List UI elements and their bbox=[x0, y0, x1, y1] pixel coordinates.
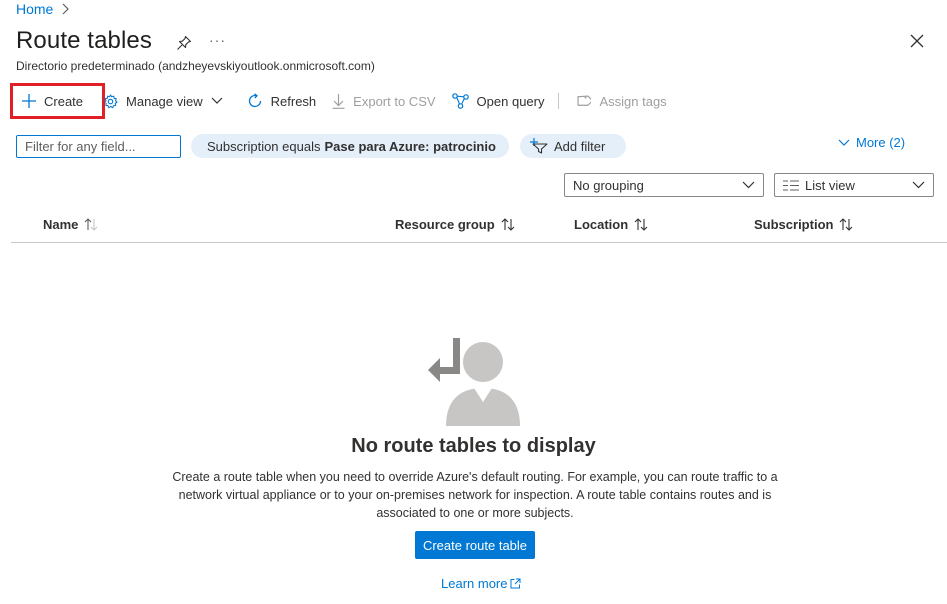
grouping-dropdown[interactable]: No grouping bbox=[564, 173, 764, 197]
column-header-label: Resource group bbox=[395, 217, 495, 232]
create-highlight-box bbox=[10, 83, 105, 119]
learn-more-label: Learn more bbox=[441, 576, 508, 591]
refresh-label: Refresh bbox=[270, 93, 317, 109]
add-filter-button[interactable]: Add filter bbox=[520, 134, 626, 158]
chevron-down-icon bbox=[211, 97, 231, 105]
subscription-filter-value: Pase para Azure: patrocinio bbox=[324, 138, 496, 154]
refresh-icon bbox=[247, 93, 271, 109]
chevron-down-icon bbox=[838, 139, 856, 147]
assign-tags-button[interactable]: Assign tags bbox=[575, 89, 667, 113]
query-icon bbox=[451, 93, 477, 109]
page-title: Route tables bbox=[16, 27, 152, 54]
open-query-label: Open query bbox=[476, 93, 545, 109]
refresh-button[interactable]: Refresh bbox=[247, 89, 317, 113]
sort-icon bbox=[839, 218, 853, 231]
tag-icon bbox=[575, 93, 599, 109]
more-filters-button[interactable]: More (2) bbox=[838, 135, 905, 150]
subscription-filter-prefix: Subscription equals bbox=[207, 138, 321, 154]
learn-more-link[interactable]: Learn more bbox=[441, 576, 521, 591]
sort-icon bbox=[634, 218, 648, 231]
empty-state-title: No route tables to display bbox=[351, 435, 596, 457]
column-header-name[interactable]: Name bbox=[43, 217, 98, 232]
view-value: List view bbox=[805, 177, 855, 193]
chevron-down-icon bbox=[742, 181, 755, 189]
empty-state-route-icon bbox=[426, 336, 522, 428]
assign-tags-label: Assign tags bbox=[599, 93, 667, 109]
external-link-icon bbox=[507, 578, 521, 589]
manage-view-label: Manage view bbox=[126, 93, 203, 109]
download-icon bbox=[332, 93, 353, 109]
chevron-down-icon bbox=[912, 181, 925, 189]
chevron-right-icon bbox=[61, 3, 70, 15]
gear-icon bbox=[103, 93, 126, 109]
filter-input[interactable] bbox=[16, 135, 181, 158]
export-csv-label: Export to CSV bbox=[353, 93, 436, 109]
table-header-divider bbox=[11, 242, 947, 243]
command-bar: Create Manage view Refresh Export to CSV… bbox=[16, 89, 667, 113]
breadcrumb-home-link[interactable]: Home bbox=[16, 1, 53, 17]
open-query-button[interactable]: Open query bbox=[451, 89, 545, 113]
add-filter-label: Add filter bbox=[554, 138, 606, 154]
list-view-icon bbox=[783, 179, 805, 191]
page-subtitle: Directorio predeterminado (andzheyevskiy… bbox=[16, 59, 375, 73]
more-options-icon[interactable]: ··· bbox=[209, 32, 226, 48]
column-header-label: Subscription bbox=[754, 217, 834, 232]
column-header-label: Name bbox=[43, 217, 79, 232]
manage-view-button[interactable]: Manage view bbox=[103, 89, 231, 113]
add-filter-icon bbox=[530, 138, 554, 154]
column-header-label: Location bbox=[574, 217, 629, 232]
view-dropdown[interactable]: List view bbox=[774, 173, 934, 197]
pin-icon[interactable] bbox=[176, 35, 192, 51]
column-header-location[interactable]: Location bbox=[574, 217, 648, 232]
export-csv-button[interactable]: Export to CSV bbox=[332, 89, 436, 113]
breadcrumb: Home bbox=[16, 0, 70, 18]
sort-icon bbox=[501, 218, 515, 231]
close-icon[interactable] bbox=[910, 34, 924, 48]
grouping-value: No grouping bbox=[573, 177, 644, 193]
empty-state-description: Create a route table when you need to ov… bbox=[172, 470, 778, 520]
subscription-filter-pill[interactable]: Subscription equals Pase para Azure: pat… bbox=[191, 134, 509, 158]
more-filters-label: More (2) bbox=[856, 135, 906, 150]
column-header-subscription[interactable]: Subscription bbox=[754, 217, 853, 232]
column-header-resource-group[interactable]: Resource group bbox=[395, 217, 515, 232]
sort-icon bbox=[84, 218, 98, 231]
toolbar-divider bbox=[558, 93, 560, 109]
create-route-table-button[interactable]: Create route table bbox=[415, 531, 535, 559]
